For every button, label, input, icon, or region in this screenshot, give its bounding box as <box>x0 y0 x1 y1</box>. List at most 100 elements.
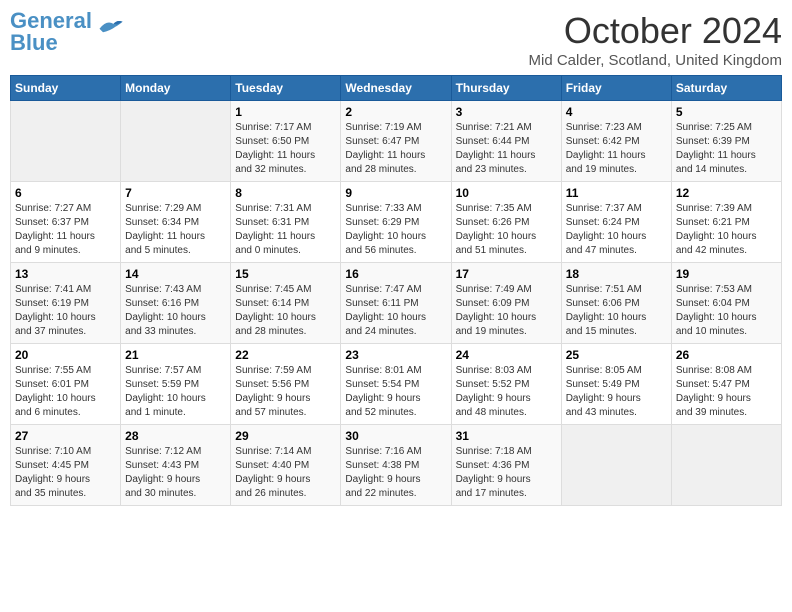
day-info: Sunrise: 8:01 AMSunset: 5:54 PMDaylight:… <box>345 364 446 420</box>
calendar-cell: 6 Sunrise: 7:27 AMSunset: 6:37 PMDaylight… <box>11 182 121 263</box>
calendar-cell: 9 Sunrise: 7:33 AMSunset: 6:29 PMDaylight… <box>341 182 451 263</box>
calendar-cell: 19 Sunrise: 7:53 AMSunset: 6:04 PMDayligh… <box>671 263 781 344</box>
day-number: 18 <box>566 267 667 281</box>
day-info: Sunrise: 7:43 AMSunset: 6:16 PMDaylight:… <box>125 283 226 339</box>
day-number: 12 <box>676 186 777 200</box>
day-info: Sunrise: 7:12 AMSunset: 4:43 PMDaylight:… <box>125 445 226 501</box>
day-info: Sunrise: 7:55 AMSunset: 6:01 PMDaylight:… <box>15 364 116 420</box>
calendar-cell <box>11 101 121 182</box>
day-header-sunday: Sunday <box>11 76 121 101</box>
day-info: Sunrise: 8:08 AMSunset: 5:47 PMDaylight:… <box>676 364 777 420</box>
calendar-cell: 1 Sunrise: 7:17 AMSunset: 6:50 PMDaylight… <box>231 101 341 182</box>
day-info: Sunrise: 8:05 AMSunset: 5:49 PMDaylight:… <box>566 364 667 420</box>
day-header-saturday: Saturday <box>671 76 781 101</box>
calendar-cell: 29 Sunrise: 7:14 AMSunset: 4:40 PMDayligh… <box>231 425 341 506</box>
calendar-cell: 8 Sunrise: 7:31 AMSunset: 6:31 PMDaylight… <box>231 182 341 263</box>
day-number: 19 <box>676 267 777 281</box>
day-number: 1 <box>235 105 336 119</box>
calendar-cell: 20 Sunrise: 7:55 AMSunset: 6:01 PMDayligh… <box>11 344 121 425</box>
day-info: Sunrise: 7:37 AMSunset: 6:24 PMDaylight:… <box>566 202 667 258</box>
day-number: 5 <box>676 105 777 119</box>
day-info: Sunrise: 7:57 AMSunset: 5:59 PMDaylight:… <box>125 364 226 420</box>
calendar-cell: 24Sunrise: 8:03 AMSunset: 5:52 PMDayligh… <box>451 344 561 425</box>
day-number: 2 <box>345 105 446 119</box>
day-info: Sunrise: 7:49 AMSunset: 6:09 PMDaylight:… <box>456 283 557 339</box>
calendar-cell: 31Sunrise: 7:18 AMSunset: 4:36 PMDayligh… <box>451 425 561 506</box>
title-area: October 2024 Mid Calder, Scotland, Unite… <box>529 10 782 69</box>
calendar-cell <box>561 425 671 506</box>
day-info: Sunrise: 8:03 AMSunset: 5:52 PMDaylight:… <box>456 364 557 420</box>
day-info: Sunrise: 7:25 AMSunset: 6:39 PMDaylight:… <box>676 121 777 177</box>
day-header-thursday: Thursday <box>451 76 561 101</box>
calendar-week-3: 13Sunrise: 7:41 AMSunset: 6:19 PMDayligh… <box>11 263 782 344</box>
calendar-cell: 13Sunrise: 7:41 AMSunset: 6:19 PMDayligh… <box>11 263 121 344</box>
day-number: 26 <box>676 348 777 362</box>
calendar-cell: 26 Sunrise: 8:08 AMSunset: 5:47 PMDayligh… <box>671 344 781 425</box>
day-number: 4 <box>566 105 667 119</box>
day-number: 7 <box>125 186 226 200</box>
month-title: October 2024 <box>529 10 782 52</box>
day-info: Sunrise: 7:39 AMSunset: 6:21 PMDaylight:… <box>676 202 777 258</box>
calendar-cell: 25 Sunrise: 8:05 AMSunset: 5:49 PMDayligh… <box>561 344 671 425</box>
calendar-cell: 5 Sunrise: 7:25 AMSunset: 6:39 PMDaylight… <box>671 101 781 182</box>
day-info: Sunrise: 7:23 AMSunset: 6:42 PMDaylight:… <box>566 121 667 177</box>
day-header-tuesday: Tuesday <box>231 76 341 101</box>
day-number: 29 <box>235 429 336 443</box>
day-info: Sunrise: 7:18 AMSunset: 4:36 PMDaylight:… <box>456 445 557 501</box>
day-number: 9 <box>345 186 446 200</box>
day-info: Sunrise: 7:27 AMSunset: 6:37 PMDaylight:… <box>15 202 116 258</box>
day-number: 6 <box>15 186 116 200</box>
logo-bird-icon <box>96 18 124 36</box>
calendar-cell: 21 Sunrise: 7:57 AMSunset: 5:59 PMDayligh… <box>121 344 231 425</box>
calendar-cell: 27Sunrise: 7:10 AMSunset: 4:45 PMDayligh… <box>11 425 121 506</box>
calendar-table: SundayMondayTuesdayWednesdayThursdayFrid… <box>10 75 782 506</box>
day-number: 10 <box>456 186 557 200</box>
location-subtitle: Mid Calder, Scotland, United Kingdom <box>529 52 782 69</box>
calendar-cell: 3 Sunrise: 7:21 AMSunset: 6:44 PMDaylight… <box>451 101 561 182</box>
calendar-header-row: SundayMondayTuesdayWednesdayThursdayFrid… <box>11 76 782 101</box>
day-number: 30 <box>345 429 446 443</box>
day-info: Sunrise: 7:21 AMSunset: 6:44 PMDaylight:… <box>456 121 557 177</box>
day-info: Sunrise: 7:33 AMSunset: 6:29 PMDaylight:… <box>345 202 446 258</box>
calendar-cell <box>671 425 781 506</box>
logo-text: GeneralBlue <box>10 10 92 54</box>
calendar-cell: 7 Sunrise: 7:29 AMSunset: 6:34 PMDaylight… <box>121 182 231 263</box>
calendar-cell: 28Sunrise: 7:12 AMSunset: 4:43 PMDayligh… <box>121 425 231 506</box>
day-info: Sunrise: 7:16 AMSunset: 4:38 PMDaylight:… <box>345 445 446 501</box>
calendar-cell: 14Sunrise: 7:43 AMSunset: 6:16 PMDayligh… <box>121 263 231 344</box>
day-info: Sunrise: 7:45 AMSunset: 6:14 PMDaylight:… <box>235 283 336 339</box>
day-info: Sunrise: 7:59 AMSunset: 5:56 PMDaylight:… <box>235 364 336 420</box>
calendar-cell: 23Sunrise: 8:01 AMSunset: 5:54 PMDayligh… <box>341 344 451 425</box>
day-info: Sunrise: 7:17 AMSunset: 6:50 PMDaylight:… <box>235 121 336 177</box>
calendar-cell: 17Sunrise: 7:49 AMSunset: 6:09 PMDayligh… <box>451 263 561 344</box>
day-number: 21 <box>125 348 226 362</box>
day-info: Sunrise: 7:14 AMSunset: 4:40 PMDaylight:… <box>235 445 336 501</box>
day-info: Sunrise: 7:29 AMSunset: 6:34 PMDaylight:… <box>125 202 226 258</box>
page-header: GeneralBlue October 2024 Mid Calder, Sco… <box>10 10 782 69</box>
day-number: 3 <box>456 105 557 119</box>
day-header-wednesday: Wednesday <box>341 76 451 101</box>
calendar-cell: 2 Sunrise: 7:19 AMSunset: 6:47 PMDaylight… <box>341 101 451 182</box>
calendar-week-4: 20 Sunrise: 7:55 AMSunset: 6:01 PMDayligh… <box>11 344 782 425</box>
calendar-cell: 15Sunrise: 7:45 AMSunset: 6:14 PMDayligh… <box>231 263 341 344</box>
day-info: Sunrise: 7:41 AMSunset: 6:19 PMDaylight:… <box>15 283 116 339</box>
calendar-cell <box>121 101 231 182</box>
day-number: 20 <box>15 348 116 362</box>
day-info: Sunrise: 7:19 AMSunset: 6:47 PMDaylight:… <box>345 121 446 177</box>
calendar-week-2: 6 Sunrise: 7:27 AMSunset: 6:37 PMDaylight… <box>11 182 782 263</box>
day-number: 25 <box>566 348 667 362</box>
calendar-cell: 4 Sunrise: 7:23 AMSunset: 6:42 PMDaylight… <box>561 101 671 182</box>
day-info: Sunrise: 7:31 AMSunset: 6:31 PMDaylight:… <box>235 202 336 258</box>
day-number: 22 <box>235 348 336 362</box>
calendar-cell: 18Sunrise: 7:51 AMSunset: 6:06 PMDayligh… <box>561 263 671 344</box>
day-header-monday: Monday <box>121 76 231 101</box>
day-info: Sunrise: 7:10 AMSunset: 4:45 PMDaylight:… <box>15 445 116 501</box>
calendar-week-5: 27Sunrise: 7:10 AMSunset: 4:45 PMDayligh… <box>11 425 782 506</box>
day-number: 11 <box>566 186 667 200</box>
day-header-friday: Friday <box>561 76 671 101</box>
day-info: Sunrise: 7:53 AMSunset: 6:04 PMDaylight:… <box>676 283 777 339</box>
logo: GeneralBlue <box>10 10 124 54</box>
day-number: 8 <box>235 186 336 200</box>
calendar-week-1: 1 Sunrise: 7:17 AMSunset: 6:50 PMDaylight… <box>11 101 782 182</box>
calendar-cell: 30 Sunrise: 7:16 AMSunset: 4:38 PMDayligh… <box>341 425 451 506</box>
